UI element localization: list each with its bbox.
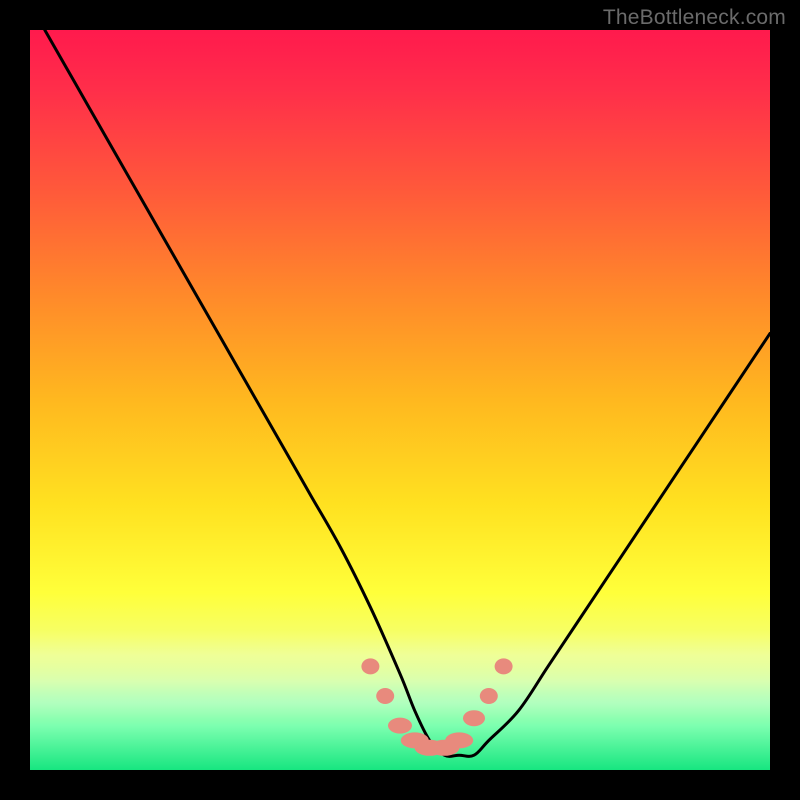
optimum-marker	[376, 688, 394, 704]
optimum-marker	[463, 710, 485, 726]
plot-area	[30, 30, 770, 770]
optimum-marker	[388, 718, 412, 734]
optimum-marker	[361, 658, 379, 674]
watermark-text: TheBottleneck.com	[603, 6, 786, 30]
curve-layer	[30, 30, 770, 770]
optimum-marker	[429, 740, 459, 756]
optimum-marker	[401, 732, 429, 748]
highlight-band	[30, 630, 770, 770]
optimum-marker	[480, 688, 498, 704]
optimum-marker	[495, 658, 513, 674]
chart-frame: TheBottleneck.com	[0, 0, 800, 800]
bottleneck-curve	[45, 30, 770, 756]
optimum-marker	[445, 732, 473, 748]
optimum-marker	[415, 740, 445, 756]
optimum-markers	[361, 658, 512, 755]
